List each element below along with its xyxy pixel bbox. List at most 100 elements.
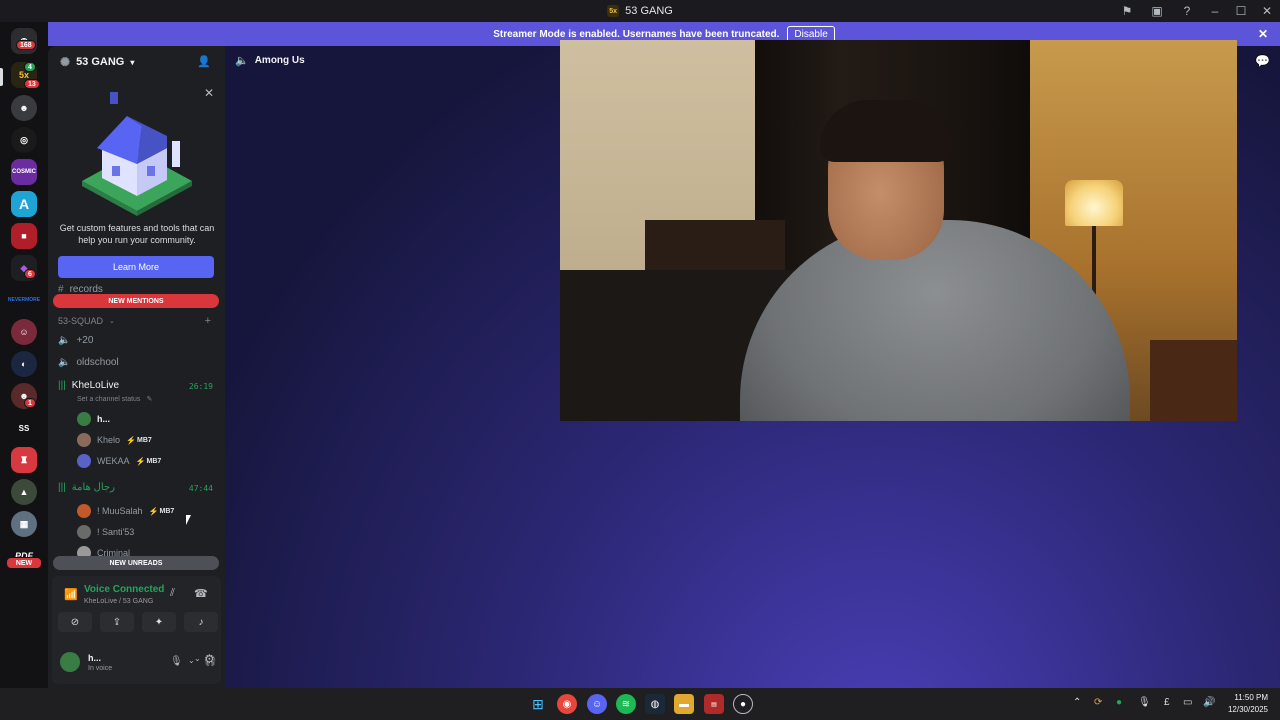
channel-status[interactable]: Set a channel status ✎ (77, 395, 153, 404)
clan-tag-text: MB7 (159, 507, 175, 515)
microphone-tray-icon[interactable]: 🎙 (1138, 697, 1151, 708)
microphone-icon[interactable]: 🎙 (170, 656, 183, 667)
clan-tag-text: MB7 (146, 457, 162, 465)
user-status: In voice (88, 665, 113, 672)
channel-timer: 47:44 (188, 484, 213, 493)
chevron-down-icon[interactable]: ⌄ (194, 654, 201, 663)
server-landscape-icon[interactable]: ▦ (11, 511, 37, 537)
channel-sidebar: ✺ 53 GANG ▾ 👤 ✕ Get custom features and … (48, 46, 225, 688)
spotify-icon[interactable]: ≋ (616, 694, 636, 714)
steam-icon[interactable]: ◍ (645, 694, 665, 714)
tray-chevron-icon[interactable]: ⌃ (1073, 697, 1081, 708)
server-game-icon[interactable]: ▲ (11, 479, 37, 505)
server-rocket-icon[interactable]: ♜ (11, 447, 37, 473)
inbox-icon[interactable]: ⚑ (1112, 0, 1142, 22)
new-unreads-bar[interactable]: NEW UNREADS (53, 556, 219, 570)
channel-name: oldschool (76, 357, 119, 368)
stream-desk (1150, 340, 1237, 421)
clan-tag-text: MB7 (137, 436, 152, 444)
screen-share-icon[interactable]: ▣ (1142, 0, 1172, 22)
server-alien-icon[interactable]: ☻ (11, 95, 37, 121)
server-53-badge: 13 (24, 79, 40, 89)
channel-name: رجال هامة (71, 482, 115, 493)
server-red-icon[interactable]: ■ (11, 223, 37, 249)
file-explorer-icon[interactable]: ▬ (674, 694, 694, 714)
system-clock[interactable]: 11:50 PM 12/30/2025 (1228, 692, 1268, 716)
chrome-icon[interactable]: ◉ (557, 694, 577, 714)
window-close-button[interactable]: ✕ (1254, 0, 1280, 22)
house-illustration (82, 92, 192, 216)
app-icon[interactable]: ▤ (704, 694, 724, 714)
server-blue-icon[interactable]: ◐ (11, 351, 37, 377)
voice-channel-oldschool[interactable]: 🔈 oldschool (58, 357, 119, 368)
lightning-icon: ⚡ (135, 456, 146, 466)
voice-channel-plus20[interactable]: 🔈 +20 (58, 335, 93, 346)
window-title-text: 53 GANG (625, 5, 673, 17)
speaker-icon: 🔈 (58, 335, 71, 346)
voice-channel-view: 🔈 Among Us 💬 (225, 40, 1280, 688)
create-channel-icon[interactable]: + (205, 315, 211, 327)
voice-user[interactable]: Khelo ⚡ MB7 (77, 433, 152, 447)
server-dark-icon[interactable]: ◎ (11, 127, 37, 153)
camera-button[interactable]: ⊘ (58, 612, 92, 632)
settings-gear-icon[interactable]: ⚙ (204, 652, 215, 666)
channel-timer: 26:19 (188, 382, 213, 391)
voice-location[interactable]: KheLoLive / 53 GANG (84, 598, 153, 605)
share-screen-button[interactable]: ⇪ (100, 612, 134, 632)
invite-people-icon[interactable]: 👤 (197, 55, 211, 68)
disconnect-icon[interactable]: ☎ (194, 587, 208, 600)
stream-hoodie (740, 220, 1130, 421)
chat-icon[interactable]: 💬 (1255, 54, 1270, 68)
voice-channel-khelolive[interactable]: ||| KheLoLive (58, 380, 119, 391)
language-indicator[interactable]: £ (1164, 697, 1170, 708)
voice-user-name: Khelo (97, 435, 121, 445)
channel-status-text: Set a channel status (77, 395, 141, 403)
lightning-icon: ⚡ (126, 435, 136, 445)
voice-user[interactable]: h... (77, 412, 110, 426)
server-ss-icon[interactable]: SS (11, 415, 37, 441)
windows-start-icon[interactable]: ⊞ (528, 694, 548, 714)
help-icon[interactable]: ? (1172, 0, 1202, 22)
server-avatar-icon[interactable]: ☺ (11, 319, 37, 345)
avatar[interactable] (60, 652, 80, 672)
voice-channel-rijal-hama[interactable]: ||| رجال هامة (58, 482, 115, 493)
server-a-icon[interactable]: A (11, 191, 37, 217)
streamer-mode-message: Streamer Mode is enabled. Usernames have… (493, 28, 780, 40)
close-icon[interactable]: ✕ (1258, 27, 1268, 41)
voice-user[interactable]: WEKAA ⚡ MB7 (77, 454, 161, 468)
voice-user[interactable]: ! MuuSalah ⚡ MB7 (77, 504, 174, 518)
maximize-button[interactable]: ☐ (1228, 0, 1254, 22)
activities-button[interactable]: ✦ (142, 612, 176, 632)
learn-more-button[interactable]: Learn More (58, 256, 214, 278)
discord-icon[interactable]: ☺ (587, 694, 607, 714)
channel-name: +20 (76, 335, 94, 346)
soundboard-button[interactable]: ♪ (184, 612, 218, 632)
server-people-badge: 1 (24, 398, 36, 408)
voice-status[interactable]: Voice Connected (84, 584, 164, 595)
new-servers-badge[interactable]: NEW (6, 557, 42, 569)
new-mentions-bar[interactable]: NEW MENTIONS (53, 294, 219, 308)
avatar (77, 454, 91, 468)
volume-icon[interactable]: 🔊 (1203, 697, 1215, 708)
obs-icon[interactable]: ● (733, 694, 753, 714)
clan-tag: ⚡ MB7 (126, 436, 152, 445)
server-purple-badge: 6 (24, 269, 36, 279)
minimize-button[interactable]: – (1202, 0, 1228, 22)
noise-suppression-icon[interactable]: ⫽ (170, 587, 175, 600)
voice-user-name: ! Santi'53 (97, 527, 135, 537)
server-cosmic-icon[interactable]: COSMIC (11, 159, 37, 185)
server-nevermore-icon[interactable]: NEVERMORE (8, 287, 40, 313)
video-stream[interactable] (560, 40, 1237, 421)
server-header[interactable]: ✺ 53 GANG ▾ 👤 (48, 46, 225, 78)
category-53-squad[interactable]: 53-SQUAD ⌄ (58, 316, 115, 326)
speaker-icon: 🔈 (58, 357, 71, 368)
server-boost-icon: ✺ (60, 55, 71, 69)
voice-user[interactable]: ! Santi'53 (77, 525, 134, 539)
status-dot-icon[interactable]: ● (1116, 697, 1122, 708)
server-promo-card: ✕ Get custom features and tools that can… (52, 82, 222, 282)
voice-user-name: h... (97, 414, 110, 424)
sync-icon[interactable]: ⟳ (1094, 697, 1102, 708)
pencil-icon: ✎ (146, 396, 153, 403)
monitor-icon[interactable]: ▭ (1183, 697, 1192, 708)
channel-header: 🔈 Among Us (235, 54, 305, 67)
